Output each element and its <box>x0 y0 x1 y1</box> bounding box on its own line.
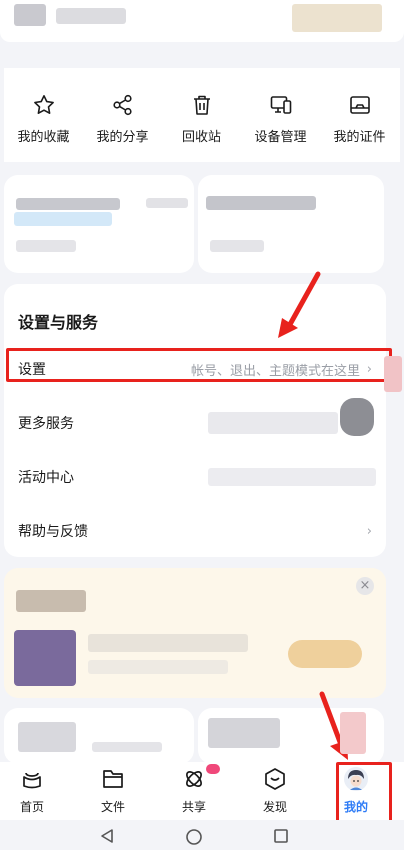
quick-action-label: 我的证件 <box>333 130 386 145</box>
nav-files[interactable]: 文件 <box>81 766 145 815</box>
section-title: 设置与服务 <box>18 313 99 332</box>
blurred-storage-text-2 <box>210 240 264 252</box>
blurred-promo-button[interactable] <box>288 640 362 668</box>
blurred-storage-text <box>16 240 76 252</box>
quick-action-shares[interactable]: 我的分享 <box>83 88 162 152</box>
nav-discover[interactable]: 发现 <box>243 766 307 815</box>
blurred-storage-meta <box>146 198 188 208</box>
quick-action-favorites[interactable]: 我的收藏 <box>4 88 83 152</box>
annotation-arrow-settings <box>278 271 321 338</box>
blurred-storage-card-right <box>198 175 384 273</box>
blurred-storage-bar <box>14 212 112 226</box>
blurred-storage-title-2 <box>206 196 316 210</box>
help-feedback-row[interactable]: 帮助与反馈 › <box>4 505 386 557</box>
nav-discover-label: 发现 <box>262 800 287 814</box>
devices-icon <box>270 96 291 114</box>
nav-share-label: 共享 <box>181 800 206 814</box>
quick-action-label: 设备管理 <box>254 130 307 145</box>
blurred-avatar <box>14 4 46 26</box>
quick-action-label: 回收站 <box>181 130 221 145</box>
blurred-side-marker <box>384 356 402 392</box>
quick-action-id-cards[interactable]: 我的证件 <box>320 88 399 152</box>
blurred-service-icon <box>340 398 374 436</box>
trash-icon <box>193 95 210 115</box>
annotation-box-settings <box>6 348 392 382</box>
blurred-promo-image <box>14 630 76 686</box>
blurred-lower-text-2 <box>92 742 162 752</box>
quick-action-devices[interactable]: 设备管理 <box>241 88 320 152</box>
activity-center-label: 活动中心 <box>18 470 74 486</box>
blurred-promo-text <box>88 634 248 652</box>
blurred-lower-text <box>18 722 76 752</box>
nav-home-label: 首页 <box>19 800 44 814</box>
blurred-username <box>56 8 126 24</box>
chevron-right-icon: › <box>366 523 372 539</box>
quick-action-recycle-bin[interactable]: 回收站 <box>162 88 241 152</box>
blurred-promo-text-2 <box>88 660 228 674</box>
star-icon <box>33 95 54 114</box>
system-nav-bar <box>0 820 404 850</box>
blurred-side-marker-2 <box>340 712 366 754</box>
nav-home[interactable]: 首页 <box>0 766 64 815</box>
nav-files-label: 文件 <box>100 800 125 814</box>
blurred-activity-preview <box>208 468 376 486</box>
blurred-storage-title <box>16 198 120 210</box>
quick-actions-row: 我的收藏 我的分享 回收站 设备管理 我的证件 <box>4 88 400 152</box>
notification-dot <box>206 764 220 774</box>
annotation-box-mine <box>336 762 392 826</box>
more-services-label: 更多服务 <box>18 416 74 432</box>
home-button-icon[interactable] <box>185 828 203 846</box>
id-card-icon <box>349 96 370 114</box>
blurred-promo-title <box>16 590 86 612</box>
quick-action-label: 我的收藏 <box>17 130 70 145</box>
blurred-lower-text-3 <box>208 718 280 748</box>
home-icon <box>23 772 41 789</box>
share-icon <box>112 94 132 116</box>
discover-icon <box>265 768 285 790</box>
help-feedback-label: 帮助与反馈 <box>18 524 88 540</box>
blurred-header-badge <box>292 4 382 32</box>
quick-action-label: 我的分享 <box>96 130 149 145</box>
share-orbit-icon <box>186 771 202 787</box>
blurred-more-services-preview <box>208 412 338 434</box>
close-icon[interactable]: × <box>356 577 374 595</box>
recents-icon[interactable] <box>273 828 289 844</box>
folder-icon <box>103 770 123 788</box>
back-icon[interactable] <box>99 828 115 844</box>
